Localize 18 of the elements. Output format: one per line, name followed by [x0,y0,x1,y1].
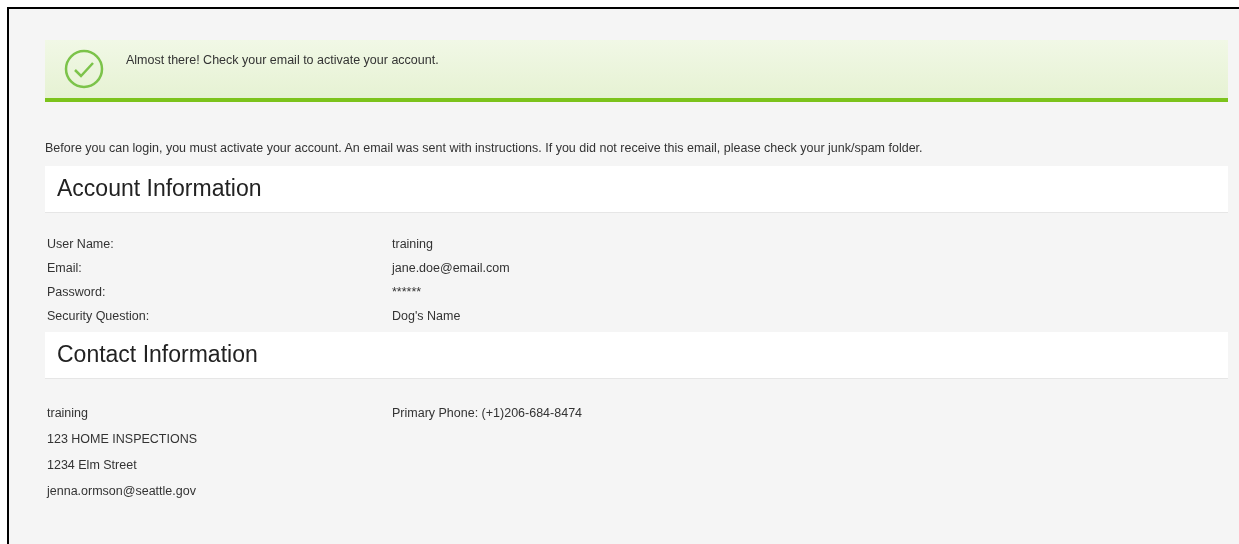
field-label: Security Question: [47,307,151,325]
contact-line: training [47,404,89,422]
check-circle-icon [64,49,104,89]
phone-text: Primary Phone: (+1)206-684-8474 [392,404,584,422]
field-value: training [392,235,434,253]
field-value: ****** [392,283,423,301]
contact-line: 123 HOME INSPECTIONS [47,430,199,448]
contact-line: 1234 Elm Street [47,456,138,474]
alert-message: Almost there! Check your email to activate your account. [126,52,439,69]
section-title: Contact Information [57,340,258,369]
field-label: Password: [47,283,107,301]
field-value: Dog's Name [392,307,462,325]
field-label: User Name: [47,235,115,253]
section-title: Account Information [57,174,262,203]
field-label: Email: [47,259,83,277]
field-value: jane.doe@email.com [392,259,511,277]
instructions-text: Before you can login, you must activate your account. An email was sent with instructions. If you did not receive this email, please check your junk/spam folder. [45,140,924,157]
contact-line: jenna.ormson@seattle.gov [47,482,197,500]
